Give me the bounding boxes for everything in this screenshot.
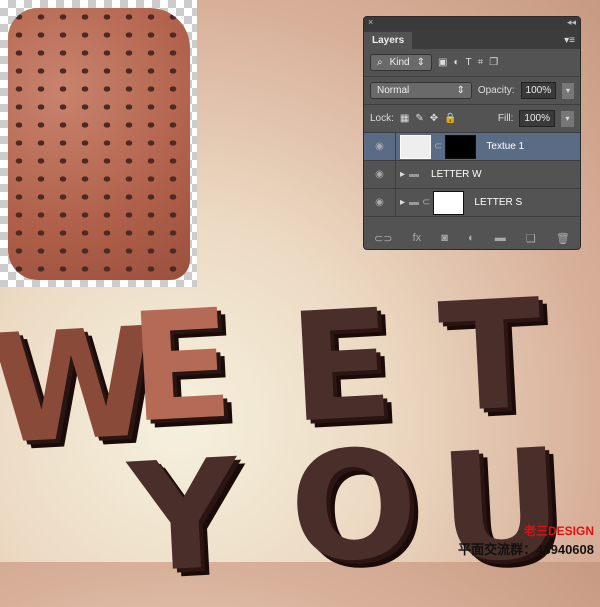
lock-all-icon[interactable]: 🔒	[444, 113, 456, 124]
lock-position-icon[interactable]: ✥	[430, 113, 438, 124]
type-filter-icon[interactable]: T	[466, 57, 472, 68]
layer-thumbnail	[400, 134, 431, 159]
fx-icon[interactable]: fx	[413, 232, 422, 245]
folder-icon: ▬	[409, 169, 420, 180]
shape-filter-icon[interactable]: ⌗	[478, 57, 484, 68]
layer-row-letter-s[interactable]: ◉ ▸ ▬ ⊂ LETTER S	[364, 189, 580, 217]
layer-row-letter-w[interactable]: ◉ ▸ ▬ LETTER W	[364, 161, 580, 189]
layers-panel: × ◂◂ Layers ▾≡ ⌕ Kind ⇕ ▣ ◐ T ⌗ ❐ Normal ⇕ …	[363, 16, 581, 250]
collapse-icon[interactable]: ◂◂	[567, 17, 576, 29]
adjustment-filter-icon[interactable]: ◐	[453, 57, 459, 68]
delete-layer-icon[interactable]: 🗑	[556, 232, 570, 245]
folder-icon: ▬	[409, 197, 420, 208]
visibility-eye-icon[interactable]: ◉	[364, 161, 396, 188]
filter-kind-label: Kind	[389, 57, 410, 68]
lock-image-icon[interactable]: ✎	[415, 113, 423, 124]
blend-mode-value: Normal	[377, 85, 410, 96]
watermark-brand: 老三DESIGN	[523, 524, 594, 538]
link-layers-icon[interactable]: ⊂⊃	[374, 232, 392, 245]
layer-row-textue-1[interactable]: ◉ ⊂ Textue 1	[364, 133, 580, 161]
fill-dropdown[interactable]: ▾	[561, 110, 574, 127]
smart-object-filter-icon[interactable]: ❐	[489, 57, 498, 68]
letter-u: U	[435, 416, 567, 598]
link-icon[interactable]: ⊂	[434, 141, 442, 152]
fill-label: Fill:	[497, 113, 514, 124]
letter-o: O	[285, 416, 422, 598]
pixel-filter-icon[interactable]: ▣	[438, 57, 447, 68]
new-group-icon[interactable]: ▬	[495, 232, 506, 245]
close-icon[interactable]: ×	[368, 17, 373, 29]
visibility-eye-icon[interactable]: ◉	[364, 133, 396, 160]
layer-mask-thumbnail[interactable]	[445, 134, 477, 159]
lock-transparent-icon[interactable]: ▦	[400, 113, 409, 124]
expand-triangle-icon[interactable]: ▸	[400, 169, 405, 180]
tab-layers[interactable]: Layers	[364, 32, 413, 49]
blend-mode-select[interactable]: Normal ⇕	[370, 82, 472, 99]
fill-input[interactable]: 100%	[519, 110, 555, 127]
adjustment-layer-icon[interactable]: ◐	[468, 232, 475, 245]
watermark-group: 平面交流群：43940608	[458, 542, 594, 557]
search-icon: ⌕	[377, 57, 383, 68]
watermark: 老三DESIGN 平面交流群：43940608	[458, 522, 594, 558]
opacity-input[interactable]: 100%	[520, 82, 557, 99]
new-layer-icon[interactable]: ❏	[526, 232, 536, 245]
opacity-label: Opacity:	[477, 85, 515, 96]
layer-name[interactable]: Textue 1	[486, 141, 524, 152]
panel-menu-icon[interactable]: ▾≡	[559, 32, 580, 49]
chocolate-texture-image	[8, 8, 190, 280]
layer-mask-thumbnail[interactable]	[433, 190, 465, 215]
link-icon[interactable]: ⊂	[422, 197, 430, 208]
expand-triangle-icon[interactable]: ▸	[400, 197, 405, 208]
opacity-dropdown[interactable]: ▾	[562, 82, 574, 99]
visibility-eye-icon[interactable]: ◉	[364, 189, 396, 216]
letter-y: Y	[125, 427, 244, 607]
lock-label: Lock:	[370, 113, 394, 124]
layer-name[interactable]: LETTER W	[431, 169, 482, 180]
filter-kind-select[interactable]: ⌕ Kind ⇕	[370, 54, 432, 71]
layer-name[interactable]: LETTER S	[474, 197, 522, 208]
add-mask-icon[interactable]: ◙	[441, 232, 448, 245]
